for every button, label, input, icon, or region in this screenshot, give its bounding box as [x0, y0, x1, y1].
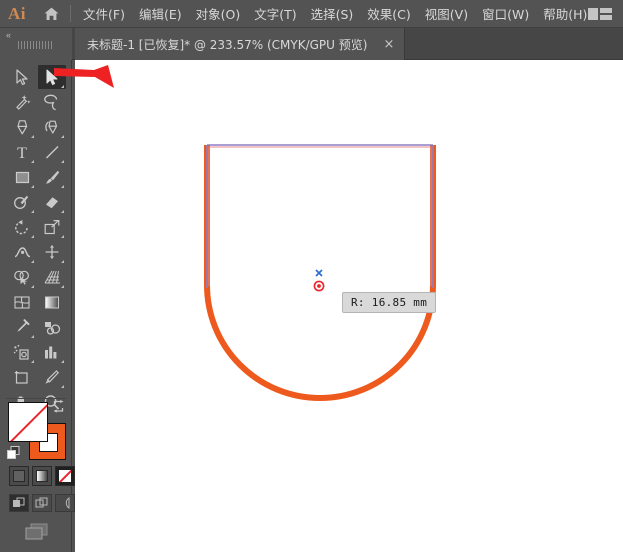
tool-group-indicator — [61, 260, 64, 263]
color-mode-none[interactable] — [55, 466, 75, 486]
menu-select[interactable]: 选择(S) — [304, 0, 361, 27]
tool-group-indicator — [61, 385, 64, 388]
perspective-grid-tool[interactable] — [38, 265, 66, 289]
tool-group-indicator — [61, 135, 64, 138]
shape-builder-tool[interactable] — [8, 265, 36, 289]
column-graph-tool[interactable] — [38, 340, 66, 364]
live-corner-widget[interactable] — [313, 280, 325, 292]
eraser-tool[interactable] — [38, 190, 66, 214]
tool-group-indicator — [31, 235, 34, 238]
tool-group-indicator — [31, 260, 34, 263]
tool-group-indicator — [61, 360, 64, 363]
fill-swatch[interactable] — [8, 402, 48, 442]
mesh-tool[interactable] — [8, 290, 36, 314]
draw-behind-mode[interactable] — [32, 494, 52, 512]
artboard-tool[interactable] — [8, 365, 36, 389]
type-tool[interactable]: T — [8, 140, 36, 164]
tool-group-indicator — [61, 235, 64, 238]
menu-window[interactable]: 窗口(W) — [475, 0, 536, 27]
document-tab-title: 未标题-1 [已恢复]* @ 233.57% (CMYK/GPU 预览) — [87, 37, 368, 52]
menu-edit[interactable]: 编辑(E) — [132, 0, 189, 27]
app-logo: Ai — [8, 3, 26, 23]
tool-group-indicator — [31, 210, 34, 213]
tool-group-indicator — [31, 160, 34, 163]
svg-text:T: T — [17, 145, 27, 161]
toolbar-divider — [6, 398, 66, 399]
illustrator-window: Ai 文件(F) 编辑(E) 对象(O) 文字(T) 选择(S) 效果(C) 视… — [0, 0, 623, 552]
tool-group-indicator — [31, 185, 34, 188]
close-icon[interactable]: × — [379, 38, 398, 51]
slice-tool[interactable] — [38, 365, 66, 389]
direct-selection-tool[interactable] — [38, 65, 66, 89]
color-mode-gradient[interactable] — [32, 466, 52, 486]
menu-bar: Ai 文件(F) 编辑(E) 对象(O) 文字(T) 选择(S) 效果(C) 视… — [0, 0, 623, 28]
artboard-canvas[interactable]: R: 16.85 mm — [75, 60, 623, 552]
document-tab-bar: « 未标题-1 [已恢复]* @ 233.57% (CMYK/GPU 预览) × — [0, 28, 623, 60]
radius-tooltip: R: 16.85 mm — [342, 292, 437, 313]
none-slash-icon — [10, 403, 47, 441]
gradient-tool[interactable] — [38, 290, 66, 314]
menu-type[interactable]: 文字(T) — [247, 0, 303, 27]
eyedropper-tool[interactable] — [8, 315, 36, 339]
line-segment-tool[interactable] — [38, 140, 66, 164]
pen-tool[interactable] — [8, 115, 36, 139]
symbol-sprayer-tool[interactable] — [8, 340, 36, 364]
tool-group-indicator — [61, 210, 64, 213]
collapse-panel-icon[interactable]: « — [6, 30, 11, 40]
rotate-tool[interactable] — [8, 215, 36, 239]
fill-stroke-controls — [7, 400, 66, 460]
lasso-tool[interactable] — [38, 90, 66, 114]
menu-help[interactable]: 帮助(H) — [536, 0, 594, 27]
menu-view[interactable]: 视图(V) — [418, 0, 475, 27]
tool-group-indicator — [31, 335, 34, 338]
draw-inside-mode[interactable] — [55, 494, 75, 512]
tool-group-indicator — [31, 135, 34, 138]
shaper-tool[interactable] — [8, 190, 36, 214]
toolbar-panel-header: « — [0, 28, 72, 60]
curvature-tool[interactable] — [38, 115, 66, 139]
tool-group-indicator — [61, 160, 64, 163]
magic-wand-tool[interactable] — [8, 90, 36, 114]
menu-effect[interactable]: 效果(C) — [360, 0, 417, 27]
default-fill-stroke-icon[interactable] — [7, 446, 20, 459]
scale-tool[interactable] — [38, 215, 66, 239]
tool-group-indicator — [61, 85, 64, 88]
rectangle-tool[interactable] — [8, 165, 36, 189]
draw-normal-mode[interactable] — [9, 494, 29, 512]
tool-group-indicator — [61, 285, 64, 288]
screen-mode-button[interactable] — [24, 522, 50, 547]
workspace-switcher-icon[interactable] — [588, 6, 614, 27]
menu-file[interactable]: 文件(F) — [76, 0, 132, 27]
center-x-marker — [315, 269, 323, 277]
menu-object[interactable]: 对象(O) — [189, 0, 248, 27]
menu-divider — [70, 5, 71, 22]
paintbrush-tool[interactable] — [38, 165, 66, 189]
selection-tool[interactable] — [8, 65, 36, 89]
tool-group-indicator — [61, 185, 64, 188]
tools-panel: T — [0, 60, 75, 552]
home-icon[interactable] — [34, 6, 68, 22]
free-transform-tool[interactable] — [38, 240, 66, 264]
width-tool[interactable] — [8, 240, 36, 264]
document-tab[interactable]: 未标题-1 [已恢复]* @ 233.57% (CMYK/GPU 预览) × — [75, 28, 406, 60]
toolbar-drag-handle[interactable] — [18, 41, 54, 49]
color-mode-solid[interactable] — [9, 466, 29, 486]
blend-tool[interactable] — [38, 315, 66, 339]
radius-tooltip-text: R: 16.85 mm — [351, 296, 428, 309]
tool-group-indicator — [31, 360, 34, 363]
tool-group-indicator — [31, 285, 34, 288]
swap-fill-stroke-icon[interactable] — [52, 400, 65, 418]
